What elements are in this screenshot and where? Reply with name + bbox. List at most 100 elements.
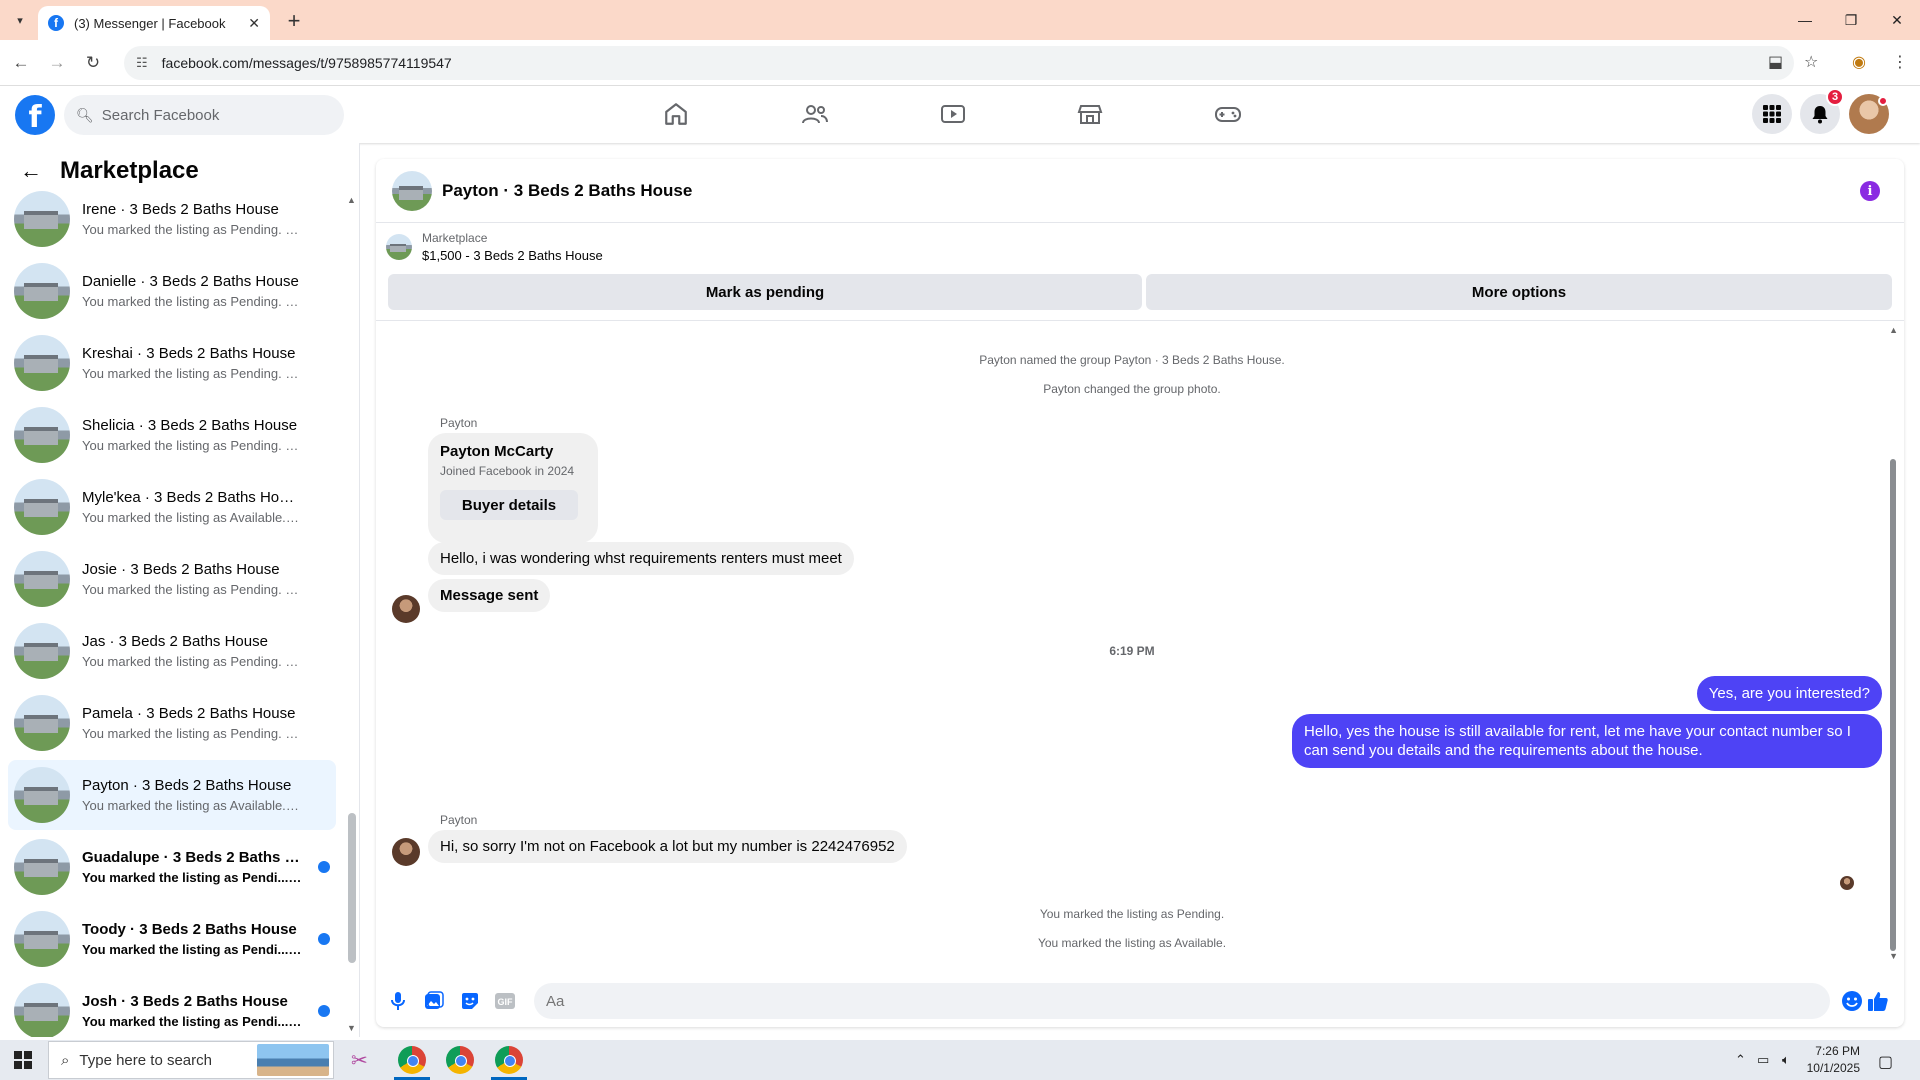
menu-kebab-icon[interactable]: ⋮ xyxy=(1892,52,1908,72)
message-bubble-outgoing[interactable]: Yes, are you interested? xyxy=(1696,676,1882,711)
scroll-down-icon[interactable]: ▼ xyxy=(347,1023,356,1033)
notification-center-icon[interactable]: ▢ xyxy=(1878,1052,1893,1072)
chrome-icon[interactable] xyxy=(446,1046,474,1074)
more-options-button[interactable]: More options xyxy=(1146,274,1892,310)
conversation-name: Kreshai · 3 Beds 2 Baths House xyxy=(82,345,296,362)
message-composer: GIF xyxy=(376,975,1904,1027)
message-input[interactable] xyxy=(534,983,1830,1019)
facebook-favicon-icon: f xyxy=(48,15,64,31)
minimize-icon[interactable]: — xyxy=(1782,0,1828,40)
taskbar-search-input[interactable]: ⌕ Type here to search xyxy=(48,1041,334,1079)
conversation-name: Josh · 3 Beds 2 Baths House xyxy=(82,993,288,1010)
conversation-item[interactable]: Irene · 3 Beds 2 Baths House You marked t… xyxy=(8,184,336,254)
message-bubble-incoming[interactable]: Message sent xyxy=(428,579,551,612)
facebook-search-input[interactable]: 🔍︎ Search Facebook xyxy=(64,95,344,135)
install-app-icon[interactable]: ⬓ xyxy=(1768,52,1783,72)
sender-name: Payton xyxy=(440,813,478,827)
bookmark-star-icon[interactable]: ☆ xyxy=(1804,52,1818,72)
buyer-profile-card: Payton McCarty Joined Facebook in 2024 B… xyxy=(428,433,598,543)
chrome-icon[interactable] xyxy=(495,1046,523,1074)
tab-close-icon[interactable]: ✕ xyxy=(248,15,260,32)
microphone-icon[interactable] xyxy=(386,989,410,1013)
conversation-item[interactable]: Kreshai · 3 Beds 2 Baths House You marked… xyxy=(8,328,336,398)
sidebar-scrollbar[interactable] xyxy=(348,813,356,963)
chat-scroll-down-icon[interactable]: ▼ xyxy=(1889,951,1898,961)
listing-summary[interactable]: Marketplace $1,500 - 3 Beds 2 Baths Hous… xyxy=(386,231,603,263)
site-info-icon[interactable]: ☷ xyxy=(136,55,148,71)
scroll-up-icon[interactable]: ▲ xyxy=(347,195,356,205)
message-bubble-outgoing[interactable]: Hello, yes the house is still available … xyxy=(1292,714,1882,768)
sender-avatar[interactable] xyxy=(392,595,420,623)
conversation-item[interactable]: Guadalupe · 3 Beds 2 Baths Ho... You mark… xyxy=(8,832,336,902)
conversation-name: Myle'kea · 3 Beds 2 Baths House xyxy=(82,489,302,506)
chat-scrollbar[interactable] xyxy=(1890,459,1896,951)
timestamp: 6:19 PM xyxy=(1109,644,1155,658)
notifications-bell-icon[interactable]: 3 xyxy=(1800,88,1844,134)
windows-start-icon[interactable] xyxy=(14,1051,32,1069)
browser-tab[interactable]: f (3) Messenger | Facebook ✕ xyxy=(38,6,270,40)
tray-chevron-icon[interactable]: ⌃ xyxy=(1735,1052,1746,1068)
restore-icon[interactable]: ❐ xyxy=(1828,0,1874,40)
buyer-details-button[interactable]: Buyer details xyxy=(440,490,578,520)
gaming-icon[interactable] xyxy=(1204,96,1252,132)
thumbs-up-icon[interactable] xyxy=(1866,989,1890,1013)
search-icon: ⌕ xyxy=(61,1051,70,1069)
home-icon[interactable] xyxy=(652,96,700,132)
conversation-thumbnail xyxy=(14,407,70,463)
sticker-icon[interactable] xyxy=(458,989,482,1013)
reload-icon[interactable]: ↻ xyxy=(80,50,106,76)
conversation-preview: You marked the listing as Pending. · 1h xyxy=(82,294,302,309)
conversation-item[interactable]: Myle'kea · 3 Beds 2 Baths House You marke… xyxy=(8,472,336,542)
snipping-tool-icon[interactable]: ✂ xyxy=(351,1048,368,1073)
message-bubble-incoming[interactable]: Hello, i was wondering whst requirements… xyxy=(428,542,854,575)
unread-dot xyxy=(318,1005,330,1017)
video-icon[interactable] xyxy=(929,96,977,132)
sidebar-title: Marketplace xyxy=(60,157,199,184)
gif-icon[interactable]: GIF xyxy=(493,989,517,1013)
conversation-preview: You marked the listing as Pending. · 1h xyxy=(82,222,302,237)
friends-icon[interactable] xyxy=(791,96,839,132)
marketplace-icon[interactable] xyxy=(1066,96,1114,132)
url-bar[interactable]: ☷ facebook.com/messages/t/97589857741195… xyxy=(124,46,1794,80)
back-arrow-icon[interactable]: ← xyxy=(20,158,42,184)
sender-name: Payton xyxy=(440,416,478,430)
emoji-icon[interactable] xyxy=(1840,989,1864,1013)
mark-as-pending-button[interactable]: Mark as pending xyxy=(388,274,1142,310)
conversation-item[interactable]: Pamela · 3 Beds 2 Baths House You marked … xyxy=(8,688,336,758)
facebook-logo-icon[interactable]: f xyxy=(15,95,55,135)
profile-icon[interactable]: ◉ xyxy=(1852,52,1866,72)
back-icon[interactable]: ← xyxy=(8,50,34,76)
system-clock[interactable]: 7:26 PM 10/1/2025 xyxy=(1800,1043,1860,1077)
message-bubble-incoming[interactable]: Hi, so sorry I'm not on Facebook a lot b… xyxy=(428,830,907,863)
conversation-preview: You marked the listing as Pending. · 1h xyxy=(82,654,302,669)
conversation-thumbnail xyxy=(14,263,70,319)
tab-search-icon[interactable]: ▾ xyxy=(10,10,30,30)
group-photo[interactable] xyxy=(392,170,432,211)
search-highlight-image xyxy=(257,1044,329,1076)
info-icon[interactable]: i xyxy=(1860,181,1880,201)
photo-icon[interactable] xyxy=(422,989,446,1013)
conversation-preview: You marked the listing as Pendi... · 1h xyxy=(82,942,302,957)
menu-grid-icon[interactable] xyxy=(1752,94,1792,134)
conversation-text: Irene · 3 Beds 2 Baths House You marked t… xyxy=(82,201,302,237)
forward-icon[interactable]: → xyxy=(44,50,70,76)
network-icon[interactable]: ▭ xyxy=(1757,1052,1769,1068)
conversation-item[interactable]: Shelicia · 3 Beds 2 Baths House You marke… xyxy=(8,400,336,470)
chrome-icon[interactable] xyxy=(398,1046,426,1074)
new-tab-icon[interactable]: + xyxy=(282,8,306,34)
conversation-item[interactable]: Danielle · 3 Beds 2 Baths House You marke… xyxy=(8,256,336,326)
chat-scroll-up-icon[interactable]: ▲ xyxy=(1889,325,1898,335)
conversation-item[interactable]: Jas · 3 Beds 2 Baths House You marked the… xyxy=(8,616,336,686)
browser-tab-bar: ▾ f (3) Messenger | Facebook ✕ + — ❐ ✕ xyxy=(0,0,1920,40)
conversation-item[interactable]: Josh · 3 Beds 2 Baths House You marked th… xyxy=(8,976,336,1037)
clock-time: 7:26 PM xyxy=(1815,1044,1860,1058)
conversation-item[interactable]: Josie · 3 Beds 2 Baths House You marked t… xyxy=(8,544,336,614)
system-message: Payton changed the group photo. xyxy=(1043,382,1221,396)
sender-avatar[interactable] xyxy=(392,838,420,866)
window-close-icon[interactable]: ✕ xyxy=(1874,0,1920,40)
conversation-item[interactable]: Payton · 3 Beds 2 Baths House You marked … xyxy=(8,760,336,830)
volume-icon[interactable]: 🔈︎ xyxy=(1782,1052,1790,1068)
conversation-name: Toody · 3 Beds 2 Baths House xyxy=(82,921,297,938)
conversation-item[interactable]: Toody · 3 Beds 2 Baths House You marked t… xyxy=(8,904,336,974)
chat-title[interactable]: Payton · 3 Beds 2 Baths House xyxy=(442,181,692,201)
